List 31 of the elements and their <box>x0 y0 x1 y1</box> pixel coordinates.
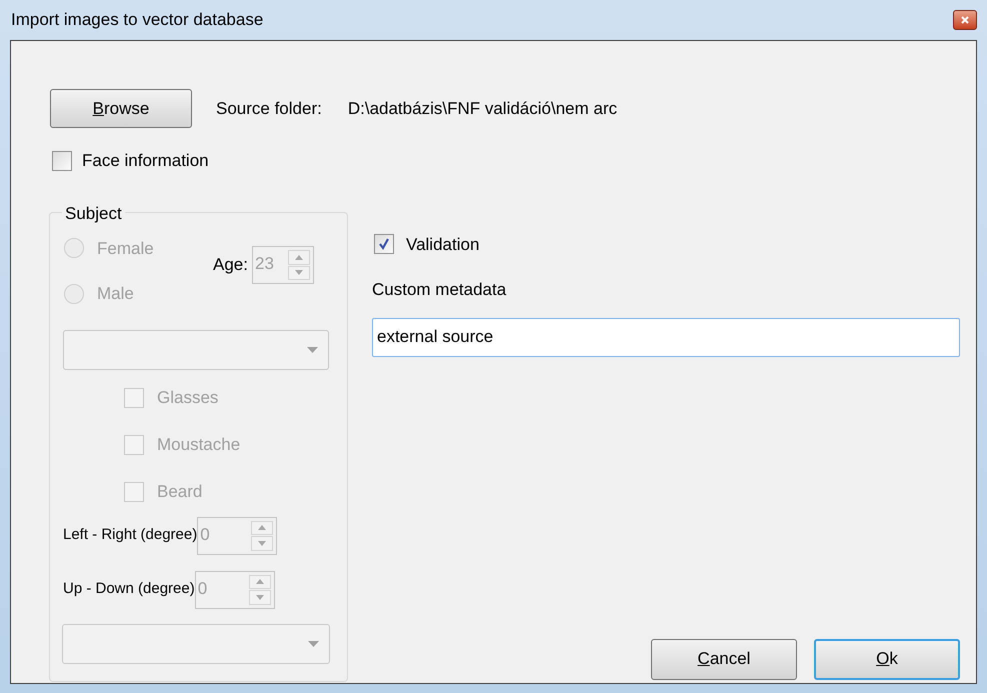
checkbox[interactable] <box>374 234 394 254</box>
checkbox-label: Glasses <box>157 386 218 409</box>
metadata-input[interactable]: external source <box>372 318 960 356</box>
source-folder-path: D:\adatbázis\FNF validáció\nem arc <box>348 98 618 120</box>
checkbox-label: Validation <box>406 234 480 256</box>
radio-label: Male <box>97 283 134 305</box>
checkbox-label: Beard <box>157 480 202 503</box>
caret-icon <box>308 640 319 646</box>
checkbox-label: Moustache <box>157 434 240 456</box>
down-arrow-icon <box>294 270 303 276</box>
age-label: Age: <box>213 254 248 276</box>
dialog-button[interactable]: Ok <box>814 638 960 680</box>
down-arrow-icon <box>256 594 264 600</box>
browse-button[interactable]: Browse <box>50 89 192 128</box>
down-arrow-icon <box>258 540 266 546</box>
up-arrow-icon <box>294 254 303 260</box>
angle-label: Left - Right (degree) <box>63 525 198 546</box>
up-arrow-icon <box>256 579 264 584</box>
source-folder-label: Source folder: <box>216 98 322 120</box>
custom-metadata-label: Custom metadata <box>372 279 508 301</box>
caret-icon <box>307 346 318 352</box>
dialog-button[interactable]: Cancel <box>651 638 797 680</box>
close-button[interactable] <box>953 10 977 30</box>
angle-label: Up - Down (degree) <box>63 579 195 600</box>
radio-label: Female <box>97 238 154 260</box>
window-title: Import images to vector database <box>11 9 264 32</box>
close-icon <box>961 16 969 24</box>
checkbox[interactable] <box>52 150 72 171</box>
check-icon <box>377 237 391 252</box>
checkbox-label: Face information <box>82 150 209 172</box>
up-arrow-icon <box>258 525 266 530</box>
